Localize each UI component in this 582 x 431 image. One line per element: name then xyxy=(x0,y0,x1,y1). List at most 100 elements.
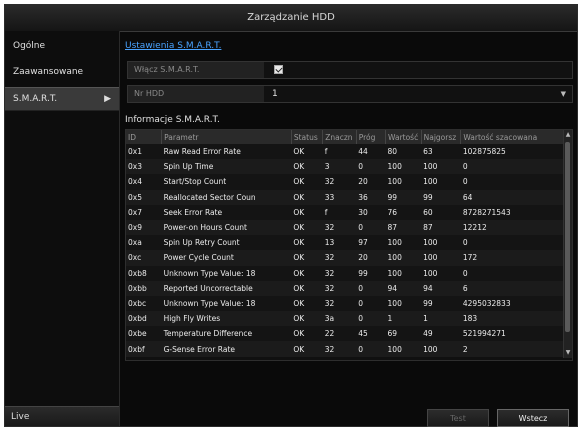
smart-table[interactable]: ID Parametr Status Znaczn Próg Wartość N… xyxy=(125,129,573,361)
table-cell: 100 xyxy=(385,159,422,175)
table-cell: 63 xyxy=(421,144,461,160)
table-cell: 100 xyxy=(421,265,461,281)
table-cell: 0 xyxy=(460,174,564,190)
table-cell: 94 xyxy=(385,280,422,296)
sidebar-item-label: S.M.A.R.T. xyxy=(13,94,58,104)
scroll-thumb[interactable] xyxy=(565,142,570,332)
table-cell: OK xyxy=(291,219,323,236)
table-cell: High Fly Writes xyxy=(161,311,292,327)
table-cell: 0 xyxy=(356,159,386,175)
table-cell: 2 xyxy=(460,341,564,357)
table-cell: 102875825 xyxy=(460,144,564,160)
table-cell: 99 xyxy=(421,295,461,312)
table-cell: 44 xyxy=(356,144,386,160)
table-cell: Unknown Type Value: 18 xyxy=(161,265,292,281)
table-cell: 0x3 xyxy=(126,159,162,175)
table-cell: 20 xyxy=(356,174,386,190)
scroll-down-icon[interactable]: ▼ xyxy=(564,348,572,358)
sidebar-item-smart[interactable]: S.M.A.R.T. ▶ xyxy=(5,87,119,111)
column-header: Parametr xyxy=(161,130,292,144)
live-button[interactable]: Live xyxy=(5,406,119,426)
table-cell: Spin Up Retry Count xyxy=(161,235,292,251)
table-row[interactable]: 0x3 Spin Up Time OK 3 0 100 100 0 xyxy=(126,159,564,175)
table-cell: 60 xyxy=(421,204,461,220)
table-cell: 32 xyxy=(322,341,357,357)
table-cell: f xyxy=(322,204,357,220)
table-cell: 100 xyxy=(421,159,461,175)
table-cell: 3a xyxy=(322,311,357,327)
table-cell: 80 xyxy=(385,144,422,160)
table-cell: 99 xyxy=(356,265,386,281)
table-row[interactable]: 0xb8 Unknown Type Value: 18 OK 32 99 100 100 0 xyxy=(126,265,564,281)
table-cell: 76 xyxy=(385,204,422,220)
table-row[interactable]: 0xbc Unknown Type Value: 18 OK 32 0 100 99 4295… xyxy=(126,295,564,312)
table-cell: OK xyxy=(291,295,323,312)
table-cell: OK xyxy=(291,250,323,266)
sidebar-item-advanced[interactable]: Zaawansowane xyxy=(5,61,119,83)
chevron-down-icon[interactable]: ▼ xyxy=(561,86,566,102)
table-cell: f xyxy=(322,144,357,160)
table-cell: 0 xyxy=(356,219,386,236)
column-header: Wartość xyxy=(385,130,422,144)
table-cell: 0xbe xyxy=(126,326,162,342)
table-row[interactable]: 0x4 Start/Stop Count OK 32 20 100 100 0 xyxy=(126,174,564,190)
table-row[interactable]: 0xc Power Cycle Count OK 32 20 100 100 172 xyxy=(126,250,564,266)
smart-enable-checkbox[interactable] xyxy=(274,65,283,74)
table-row[interactable]: 0xbd High Fly Writes OK 3a 0 1 1 183 xyxy=(126,311,564,327)
test-button[interactable]: Test xyxy=(427,409,489,427)
table-row[interactable]: 0xbe Temperature Difference OK 22 45 69 49 5219… xyxy=(126,326,564,342)
table-cell: 99 xyxy=(421,189,461,205)
table-cell: 1 xyxy=(385,311,422,327)
scroll-up-icon[interactable]: ▲ xyxy=(564,130,572,140)
column-header: ID xyxy=(126,130,163,144)
table-cell: 94 xyxy=(421,280,461,296)
table-cell: Power-on Hours Count xyxy=(161,219,292,236)
table-cell: 0 xyxy=(356,311,386,327)
hdd-number-select[interactable] xyxy=(264,86,572,102)
table-row[interactable]: 0xbf G-Sense Error Rate OK 32 0 100 100 2 xyxy=(126,341,564,357)
table-cell: 36 xyxy=(356,189,386,205)
breadcrumb[interactable]: Ustawienia S.M.A.R.T. xyxy=(125,41,221,51)
table-cell: 100 xyxy=(421,250,461,266)
table-cell: 32 xyxy=(322,265,357,281)
table-cell: OK xyxy=(291,341,323,357)
table-scrollbar[interactable]: ▲ ▼ xyxy=(563,130,572,358)
table-row[interactable]: 0xbb Reported Uncorrectable OK 32 0 94 94 6 xyxy=(126,280,564,296)
table-cell: 100 xyxy=(385,265,422,281)
table-row[interactable]: 0xa Spin Up Retry Count OK 13 97 100 100 0 xyxy=(126,235,564,251)
table-cell: 13 xyxy=(322,235,357,251)
table-cell: 0 xyxy=(460,235,564,251)
table-cell: 0xbf xyxy=(126,341,162,357)
back-button[interactable]: Wstecz xyxy=(497,409,569,427)
table-cell: 12212 xyxy=(460,219,564,236)
table-cell: 49 xyxy=(421,326,461,342)
table-cell: OK xyxy=(291,265,323,281)
table-row[interactable]: 0x9 Power-on Hours Count OK 32 0 87 87 12212 xyxy=(126,219,564,236)
table-cell: Reallocated Sector Coun xyxy=(161,189,292,205)
table-cell: OK xyxy=(291,311,323,327)
table-cell: 20 xyxy=(356,250,386,266)
table-cell: OK xyxy=(291,204,323,220)
table-cell: 0x9 xyxy=(126,219,162,236)
hdd-number-value: 1 xyxy=(272,89,278,99)
table-row[interactable]: 0x1 Raw Read Error Rate OK f 44 80 63 102875825 xyxy=(126,144,564,160)
window-title: Zarządzanie HDD xyxy=(5,5,577,32)
column-header: Status xyxy=(291,130,324,144)
table-cell: OK xyxy=(291,189,323,205)
table-cell: OK xyxy=(291,159,323,175)
table-cell: 22 xyxy=(322,326,357,342)
table-cell: 87 xyxy=(385,219,422,236)
table-cell: 32 xyxy=(322,295,357,312)
table-cell: 33 xyxy=(322,189,357,205)
table-cell: OK xyxy=(291,280,323,296)
table-cell: 0xb8 xyxy=(126,265,162,281)
table-cell: 32 xyxy=(322,174,357,190)
table-cell: Spin Up Time xyxy=(161,159,292,175)
table-cell: 0 xyxy=(356,295,386,312)
table-cell: Reported Uncorrectable xyxy=(161,280,292,296)
smart-info-title: Informacje S.M.A.R.T. xyxy=(125,115,220,125)
sidebar-item-general[interactable]: Ogólne xyxy=(5,35,119,57)
table-row[interactable]: 0x5 Reallocated Sector Coun OK 33 36 99 99 64 xyxy=(126,189,564,205)
sidebar-item-label: Zaawansowane xyxy=(13,67,84,77)
table-row[interactable]: 0x7 Seek Error Rate OK f 30 76 60 8728271543 xyxy=(126,204,564,220)
